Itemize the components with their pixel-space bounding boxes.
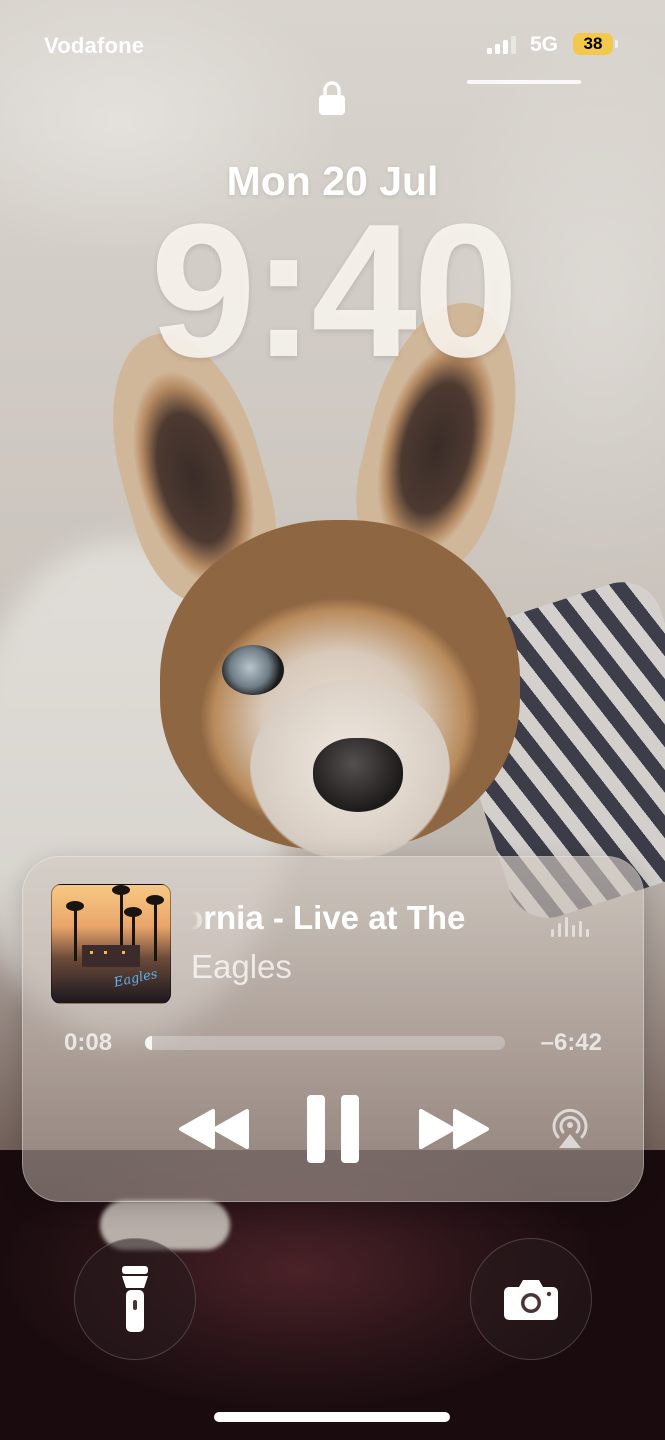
track-artist: Eagles <box>191 948 292 985</box>
camera-button[interactable] <box>470 1238 592 1360</box>
flashlight-button[interactable] <box>74 1238 196 1360</box>
carrier-label: Vodafone <box>44 33 145 58</box>
signal-strength-icon <box>487 36 517 54</box>
lock-icon <box>319 81 345 115</box>
pause-icon[interactable] <box>305 1093 361 1165</box>
now-playing-widget[interactable]: Eagles ornia - Live at The Eagles 0:08 –… <box>22 856 644 1202</box>
control-center-indicator[interactable] <box>467 80 581 84</box>
wallpaper-dog-nose <box>313 738 403 812</box>
waveform-icon <box>551 915 595 937</box>
backward-icon[interactable] <box>177 1107 251 1151</box>
status-bar: Vodafone 5G 38 <box>0 0 665 90</box>
lock-screen-time: 9:40 <box>150 185 518 397</box>
track-title: ornia - Live at The <box>191 899 466 936</box>
remaining-time: –6:42 <box>540 1029 602 1056</box>
progress-scrubber[interactable] <box>145 1036 505 1050</box>
battery-icon: 38 <box>573 33 613 55</box>
home-indicator[interactable] <box>214 1412 450 1422</box>
progress-fill <box>145 1036 153 1050</box>
network-type-label: 5G <box>530 33 559 56</box>
camera-icon <box>504 1280 558 1320</box>
track-title-marquee: ornia - Live at The <box>191 895 531 945</box>
wallpaper-dog-eye <box>222 645 284 695</box>
album-art-signature: Eagles <box>112 966 159 991</box>
flashlight-icon <box>122 1266 148 1332</box>
battery-level-label: 38 <box>583 34 603 53</box>
elapsed-time: 0:08 <box>64 1029 113 1056</box>
battery-cap <box>615 40 618 48</box>
album-art[interactable]: Eagles <box>51 884 171 1004</box>
airplay-icon[interactable] <box>547 1104 593 1150</box>
forward-icon[interactable] <box>417 1107 491 1151</box>
